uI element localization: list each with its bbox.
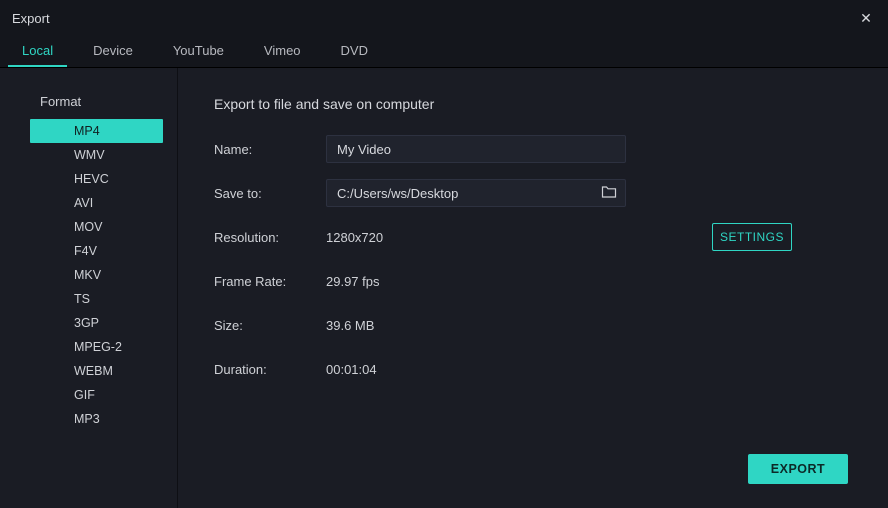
format-item-webm[interactable]: WEBM — [30, 359, 163, 383]
tab-dvd[interactable]: DVD — [327, 36, 382, 67]
format-sidebar: Format MP4WMVHEVCAVIMOVF4VMKVTS3GPMPEG-2… — [0, 68, 178, 508]
name-value: My Video — [337, 142, 391, 157]
row-size: Size: 39.6 MB — [214, 312, 852, 338]
format-item-wmv[interactable]: WMV — [30, 143, 163, 167]
resolution-value: 1280x720 — [326, 230, 383, 245]
format-list: MP4WMVHEVCAVIMOVF4VMKVTS3GPMPEG-2WEBMGIF… — [0, 119, 177, 431]
save-to-value: C:/Users/ws/Desktop — [337, 186, 458, 201]
window-title: Export — [12, 11, 50, 26]
save-to-label: Save to: — [214, 186, 326, 201]
name-input[interactable]: My Video — [326, 135, 626, 163]
export-tabs: Local Device YouTube Vimeo DVD — [0, 36, 888, 68]
format-header: Format — [0, 94, 177, 119]
tab-youtube[interactable]: YouTube — [159, 36, 238, 67]
framerate-label: Frame Rate: — [214, 274, 326, 289]
row-resolution: Resolution: 1280x720 SETTINGS — [214, 224, 852, 250]
row-save-to: Save to: C:/Users/ws/Desktop — [214, 180, 852, 206]
format-item-3gp[interactable]: 3GP — [30, 311, 163, 335]
row-name: Name: My Video — [214, 136, 852, 162]
format-item-ts[interactable]: TS — [30, 287, 163, 311]
save-to-input[interactable]: C:/Users/ws/Desktop — [326, 179, 626, 207]
page-title: Export to file and save on computer — [214, 96, 852, 112]
format-item-hevc[interactable]: HEVC — [30, 167, 163, 191]
main-panel: Export to file and save on computer Name… — [178, 68, 888, 508]
format-item-mp4[interactable]: MP4 — [30, 119, 163, 143]
close-icon[interactable]: ✕ — [856, 8, 876, 28]
format-item-gif[interactable]: GIF — [30, 383, 163, 407]
size-value: 39.6 MB — [326, 318, 374, 333]
tab-device[interactable]: Device — [79, 36, 147, 67]
tab-local[interactable]: Local — [8, 36, 67, 67]
folder-icon[interactable] — [601, 185, 617, 202]
tab-vimeo[interactable]: Vimeo — [250, 36, 315, 67]
duration-label: Duration: — [214, 362, 326, 377]
framerate-value: 29.97 fps — [326, 274, 380, 289]
format-item-avi[interactable]: AVI — [30, 191, 163, 215]
settings-button[interactable]: SETTINGS — [712, 223, 792, 251]
name-label: Name: — [214, 142, 326, 157]
format-item-mpeg-2[interactable]: MPEG-2 — [30, 335, 163, 359]
format-item-f4v[interactable]: F4V — [30, 239, 163, 263]
resolution-label: Resolution: — [214, 230, 326, 245]
duration-value: 00:01:04 — [326, 362, 377, 377]
format-item-mp3[interactable]: MP3 — [30, 407, 163, 431]
titlebar: Export ✕ — [0, 0, 888, 36]
format-item-mkv[interactable]: MKV — [30, 263, 163, 287]
row-duration: Duration: 00:01:04 — [214, 356, 852, 382]
export-button[interactable]: EXPORT — [748, 454, 848, 484]
dialog-body: Format MP4WMVHEVCAVIMOVF4VMKVTS3GPMPEG-2… — [0, 68, 888, 508]
format-item-mov[interactable]: MOV — [30, 215, 163, 239]
size-label: Size: — [214, 318, 326, 333]
row-framerate: Frame Rate: 29.97 fps — [214, 268, 852, 294]
